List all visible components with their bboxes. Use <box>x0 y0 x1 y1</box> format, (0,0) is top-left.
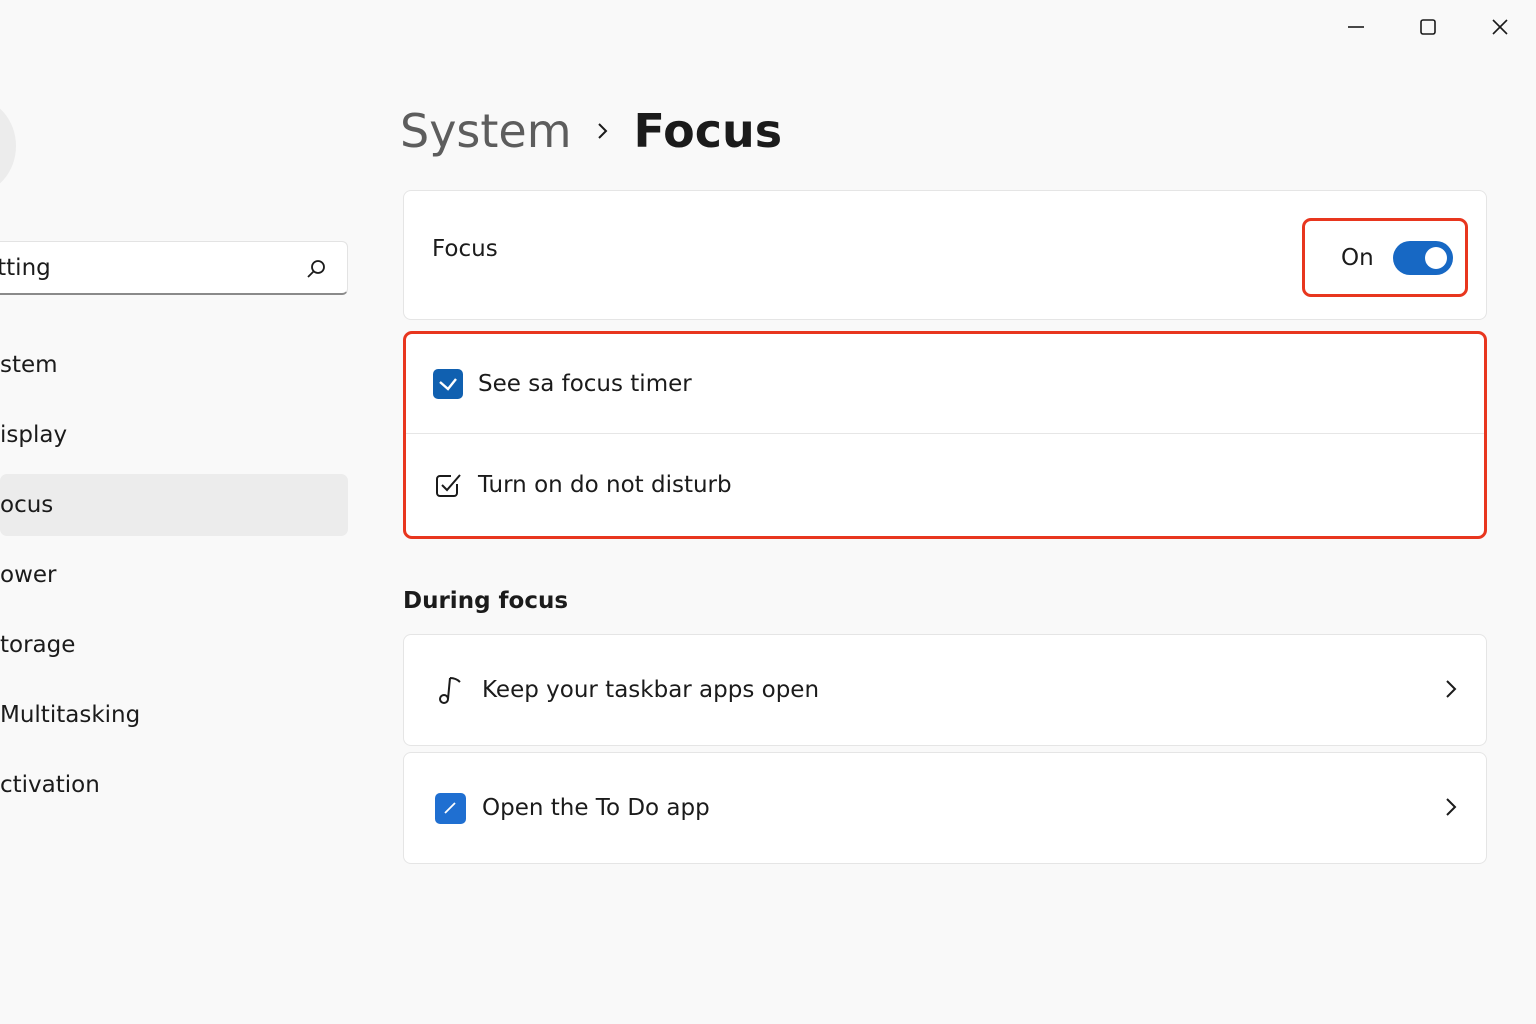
maximize-icon <box>1420 19 1436 35</box>
sidebar-item-multitasking[interactable]: Multitasking <box>0 684 348 746</box>
chevron-right-icon <box>596 120 610 142</box>
maximize-button[interactable] <box>1392 0 1464 54</box>
sidebar-nav: stem isplay ocus ower torage Multitaskin… <box>0 334 348 824</box>
sidebar-item-focus[interactable]: ocus <box>0 474 348 536</box>
sidebar-item-label: isplay <box>0 422 68 448</box>
sidebar-item-label: ctivation <box>0 772 100 798</box>
search-icon[interactable] <box>305 258 327 280</box>
option-focus-timer[interactable]: See sa focus timer <box>406 334 1484 434</box>
toggle-knob <box>1425 246 1447 269</box>
sidebar-item-label: Multitasking <box>0 702 141 728</box>
sidebar-item-label: stem <box>0 352 58 378</box>
section-title-during-focus: During focus <box>403 588 569 614</box>
focus-toggle[interactable] <box>1393 240 1453 275</box>
focus-card: Focus On <box>403 190 1487 320</box>
open-todo-app-item[interactable]: Open the To Do app <box>403 752 1487 864</box>
item-label: Open the To Do app <box>482 795 710 821</box>
minimize-icon <box>1348 26 1364 28</box>
close-button[interactable] <box>1464 0 1536 54</box>
breadcrumb-parent[interactable]: System <box>400 104 572 158</box>
music-note-icon <box>439 677 461 704</box>
search-input[interactable] <box>0 253 273 282</box>
breadcrumb: System Focus <box>400 104 782 158</box>
window-controls <box>1320 0 1536 54</box>
chevron-right-icon <box>1446 680 1457 698</box>
focus-toggle-highlight: On <box>1302 218 1468 297</box>
search-box[interactable] <box>0 241 348 295</box>
checkbox-checked-icon[interactable] <box>433 368 463 399</box>
sidebar-item-label: ocus <box>0 492 54 518</box>
page-title: Focus <box>633 104 783 158</box>
chevron-right-icon <box>1446 798 1457 816</box>
option-label: See sa focus timer <box>478 370 692 397</box>
sidebar-item-power[interactable]: ower <box>0 544 348 606</box>
avatar[interactable] <box>0 98 16 194</box>
sidebar-item-display[interactable]: isplay <box>0 404 348 466</box>
sidebar-item-system[interactable]: stem <box>0 334 348 396</box>
sidebar-item-label: torage <box>0 632 76 658</box>
keep-taskbar-apps-open-item[interactable]: Keep your taskbar apps open <box>403 634 1487 746</box>
sidebar-item-activation[interactable]: ctivation <box>0 754 348 816</box>
minimize-button[interactable] <box>1320 0 1392 54</box>
item-label: Keep your taskbar apps open <box>482 677 820 703</box>
toggle-state-label: On <box>1341 244 1374 271</box>
option-do-not-disturb[interactable]: Turn on do not disturb <box>406 435 1484 535</box>
checkbox-outline-icon[interactable] <box>433 470 463 500</box>
focus-label: Focus <box>432 236 498 262</box>
sidebar-item-storage[interactable]: torage <box>0 614 348 676</box>
close-icon <box>1492 19 1508 35</box>
sidebar-item-label: ower <box>0 562 57 588</box>
focus-options: See sa focus timer Turn on do not distur… <box>403 331 1487 539</box>
settings-window: stem isplay ocus ower torage Multitaskin… <box>0 0 1536 1024</box>
todo-app-icon <box>434 792 466 824</box>
option-label: Turn on do not disturb <box>478 472 732 498</box>
